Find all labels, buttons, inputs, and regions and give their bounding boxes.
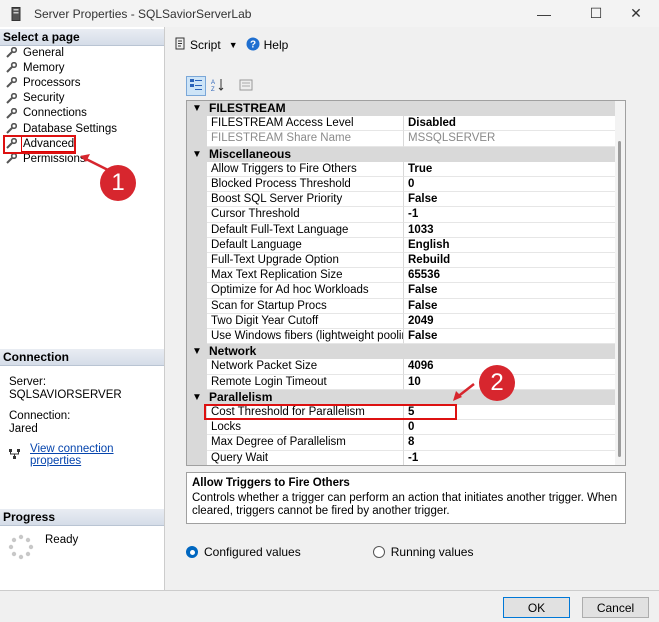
annotation-arrows: [80, 154, 475, 401]
cost-threshold-highlight-box: [204, 404, 457, 420]
annotation-badge-2: 2: [479, 365, 515, 401]
annotation-badge-1: 1: [100, 165, 136, 201]
